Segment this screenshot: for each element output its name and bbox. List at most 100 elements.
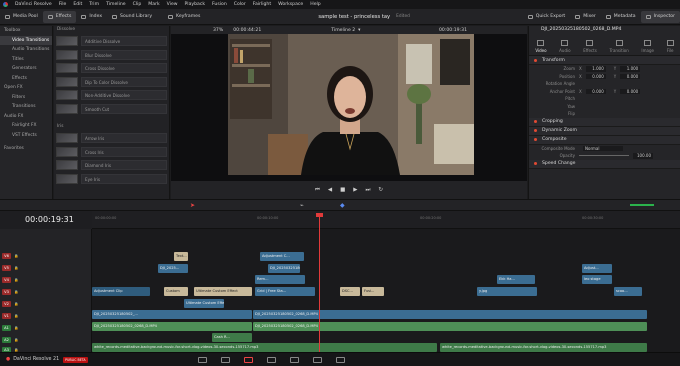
deliver-page-icon[interactable] [335,356,345,363]
anchor-x-field[interactable]: 0.000 [585,88,606,94]
effect-item[interactable]: Eye Iris [56,173,167,186]
effect-item[interactable]: Cross Iris [56,146,167,159]
menu-fairlight[interactable]: Fairlight [253,2,271,7]
fusion-page-icon[interactable] [266,356,276,363]
opacity-field[interactable]: 100.00 [633,153,653,159]
tab-video[interactable]: Video [535,40,547,53]
zoom-x-field[interactable]: 1.000 [585,66,606,72]
tree-titles[interactable]: Titles [0,55,52,65]
track-header-a1[interactable]: A1 🔒 [0,323,92,333]
track-header-a2[interactable]: A2 🔒 [0,335,92,345]
effects-button[interactable]: Effects [42,10,77,23]
clip-audio[interactable]: DJI_20250325180502_0268_D.MP4 [92,322,252,331]
menu-app[interactable]: DaVinci Resolve [15,2,52,7]
menu-clip[interactable]: Clip [133,2,142,7]
tab-effects[interactable]: Effects [583,40,597,53]
effect-item[interactable]: Blur Dissolve [56,49,167,62]
fairlight-page-icon[interactable] [312,356,322,363]
menu-color[interactable]: Color [234,2,246,7]
clip-video[interactable]: DJI_20250325180502_0... [268,264,300,273]
effect-item[interactable]: Smooth Cut [56,103,167,116]
track-header-v5[interactable]: V5 🔒 [0,263,92,273]
clip-video[interactable]: Grid | Free Sta... [255,287,315,296]
speed-change-section[interactable]: Speed Change [529,159,680,169]
color-page-icon[interactable] [289,356,299,363]
timeline-ruler[interactable]: 00:00:00:00 00:00:10:00 00:00:20:00 00:0… [92,211,680,229]
clip-text[interactable]: Ultimate Custom Effect [184,299,224,308]
zoom-y-field[interactable]: 1.000 [620,66,641,72]
composite-section[interactable]: Composite [529,135,680,145]
clip-video[interactable]: leo stage [582,275,612,284]
inspector-button[interactable]: Inspector [640,10,680,23]
enable-dot-icon[interactable] [534,120,537,123]
composite-mode-select[interactable]: Normal [583,145,623,151]
tree-transitions[interactable]: Transitions [0,102,52,112]
menu-view[interactable]: View [167,2,178,7]
media-pool-button[interactable]: Media Pool [0,11,43,23]
lock-icon[interactable]: 🔒 [14,278,18,282]
effect-item[interactable]: Diamond Iris [56,159,167,172]
clip-text[interactable]: DSC... [340,287,360,296]
tab-audio[interactable]: Audio [559,40,571,53]
menu-timeline[interactable]: Timeline [106,2,126,7]
clip-video[interactable]: DJI_2025... [158,264,188,273]
clip-audio[interactable]: white_records-meditative-background-musi… [440,343,647,352]
menu-help[interactable]: Help [310,2,320,7]
chevron-down-icon[interactable]: ▾ [358,28,360,33]
enable-dot-icon[interactable] [534,162,537,165]
loop-icon[interactable]: ↻ [378,187,383,193]
enable-dot-icon[interactable] [534,138,537,141]
snap-tool-icon[interactable]: ⌁ [300,202,304,209]
clip-audio[interactable]: Cash R... [212,333,252,342]
clip-text[interactable]: Text... [174,252,188,261]
viewer-zoom[interactable]: 37% [213,28,223,33]
tab-file[interactable]: File [666,40,674,53]
clip-video[interactable]: y.jpg [477,287,537,296]
media-page-icon[interactable] [197,356,207,363]
mixer-button[interactable]: Mixer [570,11,601,23]
sound-library-button[interactable]: Sound Library [107,11,157,23]
tree-generators[interactable]: Generators [0,64,52,74]
effect-item[interactable]: Additive Dissolve [56,35,167,48]
effect-item[interactable]: Non-Additive Dissolve [56,89,167,102]
menu-workspace[interactable]: Workspace [278,2,303,7]
effect-item[interactable]: Arrow Iris [56,132,167,145]
menu-playback[interactable]: Playback [185,2,206,7]
tree-fairlight-fx[interactable]: Fairlight FX [0,121,52,131]
position-x-field[interactable]: 0.000 [585,73,606,79]
lock-icon[interactable]: 🔒 [14,326,18,330]
clip-video[interactable]: Ekk Ha... [497,275,535,284]
clip-text[interactable]: Custom [164,287,188,296]
tab-transition[interactable]: Transition [609,40,629,53]
clip-video[interactable]: DJI_20250325180502_0268_D.MP4 [253,310,647,319]
lock-icon[interactable]: 🔒 [14,290,18,294]
clip-video[interactable]: DJI_20250325180502_... [92,310,252,319]
clip-text[interactable]: Ultimate Custom Effect [194,287,252,296]
tree-toolbox[interactable]: Toolbox [0,26,52,36]
clip-adjustment[interactable]: Adjustment Clip [92,287,150,296]
tree-video-transitions[interactable]: Video Transitions [0,35,52,45]
menu-edit[interactable]: Edit [73,2,82,7]
track-header-v3[interactable]: V3 🔒 [0,287,92,297]
metadata-button[interactable]: Metadata [601,11,641,23]
edit-page-icon[interactable] [243,356,253,363]
track-header-v4[interactable]: V4 🔒 [0,275,92,285]
playhead[interactable] [319,213,320,352]
track-header-v2[interactable]: V2 🔒 [0,299,92,309]
link-tool-icon[interactable]: ◆ [340,202,345,209]
lock-icon[interactable]: 🔒 [14,338,18,342]
clip-adjustment[interactable]: Adjust... [582,264,612,273]
keyframes-button[interactable]: Keyframes [163,11,205,23]
enable-dot-icon[interactable] [534,129,537,132]
lock-icon[interactable]: 🔒 [14,254,18,258]
clip-video[interactable]: Rem... [255,275,305,284]
skip-end-icon[interactable]: ⏭ [366,187,371,194]
menu-mark[interactable]: Mark [148,2,159,7]
effect-item[interactable]: Dip To Color Dissolve [56,76,167,89]
tree-audio-fx[interactable]: Audio FX [0,112,52,122]
cut-page-icon[interactable] [220,356,230,363]
tree-effects[interactable]: Effects [0,74,52,84]
menu-trim[interactable]: Trim [89,2,99,7]
track-header-v1[interactable]: V1 🔒 [0,311,92,321]
clip-text[interactable]: Fusi... [362,287,384,296]
